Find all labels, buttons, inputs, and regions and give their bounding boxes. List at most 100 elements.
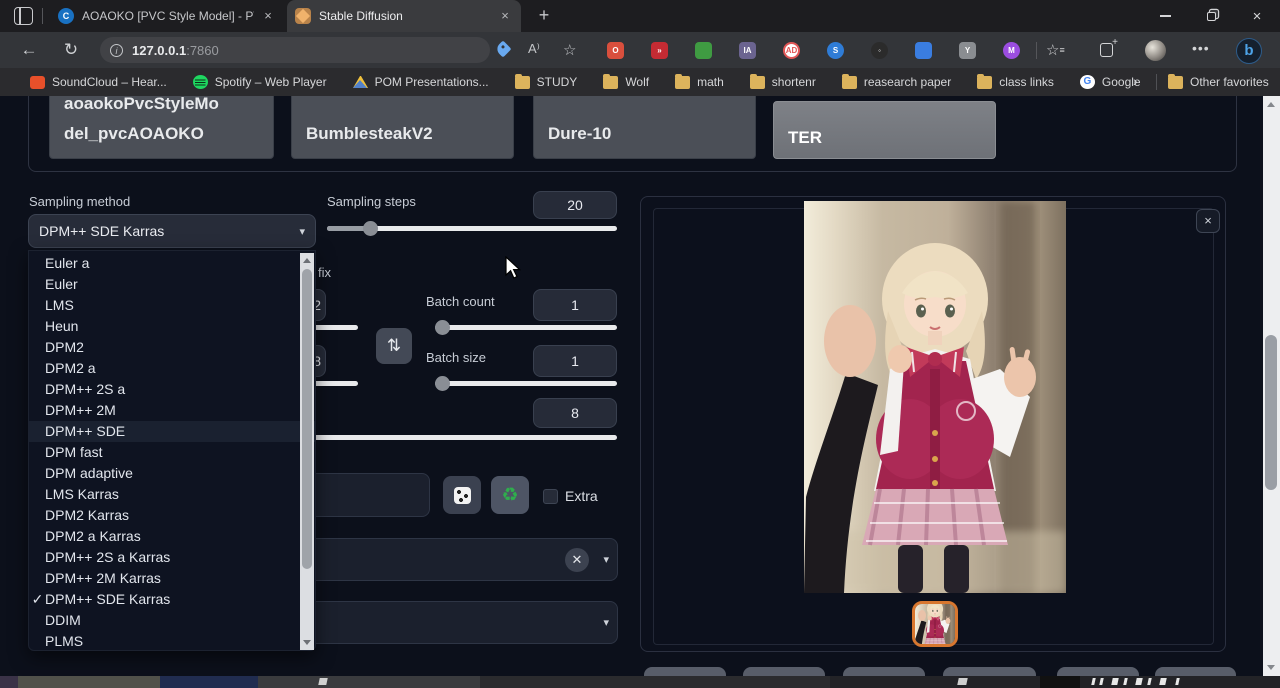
- close-tab-icon[interactable]: ×: [497, 8, 513, 24]
- slider-thumb[interactable]: [363, 221, 378, 236]
- sampler-option[interactable]: Euler a: [29, 253, 315, 274]
- read-aloud-icon[interactable]: A⁾: [528, 41, 540, 57]
- page-scrollbar[interactable]: [1263, 96, 1280, 676]
- bookmark-item[interactable]: class links: [977, 75, 1054, 89]
- ad-blocker-extension-icon[interactable]: AD: [783, 42, 800, 59]
- sampler-option[interactable]: DPM++ 2M Karras: [29, 568, 315, 589]
- scrollbar-thumb[interactable]: [302, 269, 312, 569]
- ia-extension-icon[interactable]: IA: [739, 42, 756, 59]
- workspaces-icon[interactable]: [14, 7, 33, 25]
- scroll-up-icon[interactable]: [1267, 102, 1275, 107]
- sampling-steps-value[interactable]: 20: [533, 191, 617, 219]
- generated-image[interactable]: [804, 201, 1066, 593]
- gallery-action-button[interactable]: [943, 667, 1036, 676]
- batch-count-slider[interactable]: [435, 325, 617, 330]
- sampler-option[interactable]: DPM++ 2S a: [29, 379, 315, 400]
- clear-icon[interactable]: ✕: [565, 548, 589, 572]
- gallery-thumbnail-selected[interactable]: [912, 601, 958, 647]
- extra-checkbox[interactable]: [543, 489, 558, 504]
- sampler-option[interactable]: DPM2 a Karras: [29, 526, 315, 547]
- monica-extension-icon[interactable]: M: [1003, 42, 1020, 59]
- bookmark-item[interactable]: STUDY: [515, 75, 578, 89]
- gallery-action-button[interactable]: [843, 667, 925, 676]
- sampler-option[interactable]: LMS: [29, 295, 315, 316]
- close-window-button[interactable]: ×: [1234, 0, 1280, 32]
- dropdown-scrollbar[interactable]: [300, 253, 314, 650]
- address-bar[interactable]: i 127.0.0.1:7860: [100, 37, 490, 63]
- gallery-action-button[interactable]: [1155, 667, 1236, 676]
- tab-civitai[interactable]: C AOAOKO [PVC Style Model] - PV ×: [50, 0, 284, 32]
- site-info-icon[interactable]: i: [110, 44, 123, 57]
- sampler-option[interactable]: DPM++ 2S a Karras: [29, 547, 315, 568]
- model-card[interactable]: BumblesteakV2: [291, 96, 514, 159]
- green-monster-extension-icon[interactable]: [695, 42, 712, 59]
- restore-button[interactable]: [1188, 0, 1234, 32]
- sampler-option[interactable]: DPM++ 2M: [29, 400, 315, 421]
- settings-menu-icon[interactable]: •••: [1192, 40, 1210, 56]
- gallery-action-button[interactable]: [1057, 667, 1139, 676]
- bookmarks-overflow-chevron-icon[interactable]: ›: [1133, 73, 1138, 89]
- slider-thumb[interactable]: [435, 376, 450, 391]
- new-tab-button[interactable]: +: [533, 5, 555, 27]
- sampler-option[interactable]: LMS Karras: [29, 484, 315, 505]
- bookmarks-divider: [1156, 74, 1157, 90]
- scroll-down-icon[interactable]: [1267, 665, 1275, 670]
- sampler-option[interactable]: PLMS: [29, 631, 315, 652]
- refresh-icon[interactable]: ↻: [60, 39, 82, 61]
- sampler-option[interactable]: DDIM: [29, 610, 315, 631]
- sampling-steps-slider[interactable]: [327, 226, 617, 231]
- profile-avatar[interactable]: [1145, 40, 1166, 61]
- gallery-action-button[interactable]: [743, 667, 825, 676]
- sampler-option[interactable]: DPM fast: [29, 442, 315, 463]
- scrollbar-thumb[interactable]: [1265, 335, 1277, 490]
- bookmark-item[interactable]: GGoogle: [1080, 75, 1141, 89]
- sampler-option[interactable]: Euler: [29, 274, 315, 295]
- sampler-option[interactable]: DPM++ SDE: [29, 421, 315, 442]
- scroll-up-icon[interactable]: [303, 258, 311, 263]
- location-pin-extension-icon[interactable]: ◦: [871, 42, 888, 59]
- model-card[interactable]: Dure-10: [533, 96, 756, 159]
- reuse-seed-button[interactable]: ♻: [491, 476, 529, 514]
- bookmark-item[interactable]: SoundCloud – Hear...: [30, 75, 167, 89]
- batch-count-value[interactable]: 1: [533, 289, 617, 321]
- minimize-button[interactable]: [1142, 0, 1188, 32]
- scroll-down-icon[interactable]: [303, 640, 311, 645]
- bookmark-item[interactable]: shortenr: [750, 75, 816, 89]
- hires-fix-label-fragment[interactable]: fix: [318, 265, 331, 280]
- shazam-extension-icon[interactable]: S: [827, 42, 844, 59]
- bookmark-item[interactable]: reasearch paper: [842, 75, 951, 89]
- close-gallery-button[interactable]: ×: [1196, 209, 1220, 233]
- gallery-action-button[interactable]: [644, 667, 726, 676]
- model-card-selected[interactable]: TER: [773, 101, 996, 159]
- sampler-option[interactable]: DPM2 a: [29, 358, 315, 379]
- sampler-option[interactable]: DPM2: [29, 337, 315, 358]
- sampler-option[interactable]: DPM2 Karras: [29, 505, 315, 526]
- bookmark-item[interactable]: Spotify – Web Player: [193, 75, 327, 89]
- fast-forward-extension-icon[interactable]: »: [651, 42, 668, 59]
- y-extension-icon[interactable]: Y: [959, 42, 976, 59]
- back-icon[interactable]: ←: [18, 39, 40, 61]
- bing-chat-icon[interactable]: b: [1236, 38, 1262, 64]
- close-tab-icon[interactable]: ×: [260, 8, 276, 24]
- sampler-option[interactable]: DPM adaptive: [29, 463, 315, 484]
- collections-icon[interactable]: [1100, 43, 1113, 57]
- cfg-scale-value[interactable]: 8: [533, 398, 617, 428]
- tab-stable-diffusion[interactable]: Stable Diffusion ×: [287, 0, 521, 32]
- favorites-icon[interactable]: ☆≡: [1046, 41, 1064, 59]
- swap-width-height-button[interactable]: ⇅: [376, 328, 412, 364]
- globe-extension-icon[interactable]: [915, 42, 932, 59]
- slider-thumb[interactable]: [435, 320, 450, 335]
- bookmark-item[interactable]: POM Presentations...: [353, 75, 489, 89]
- batch-size-slider[interactable]: [435, 381, 617, 386]
- sampling-method-select[interactable]: DPM++ SDE Karras ▾: [28, 214, 316, 248]
- bookmark-item[interactable]: math: [675, 75, 724, 89]
- random-seed-button[interactable]: [443, 476, 481, 514]
- other-favorites-button[interactable]: Other favorites: [1168, 68, 1269, 96]
- sampler-option[interactable]: Heun: [29, 316, 315, 337]
- o-extension-icon[interactable]: O: [607, 42, 624, 59]
- sampler-option[interactable]: ✓DPM++ SDE Karras: [29, 589, 315, 610]
- batch-size-value[interactable]: 1: [533, 345, 617, 377]
- model-card[interactable]: aoaokoPvcStyleMo del_pvcAOAOKO: [49, 96, 274, 159]
- bookmark-item[interactable]: Wolf: [603, 75, 649, 89]
- add-favorite-icon[interactable]: ☆: [563, 41, 576, 59]
